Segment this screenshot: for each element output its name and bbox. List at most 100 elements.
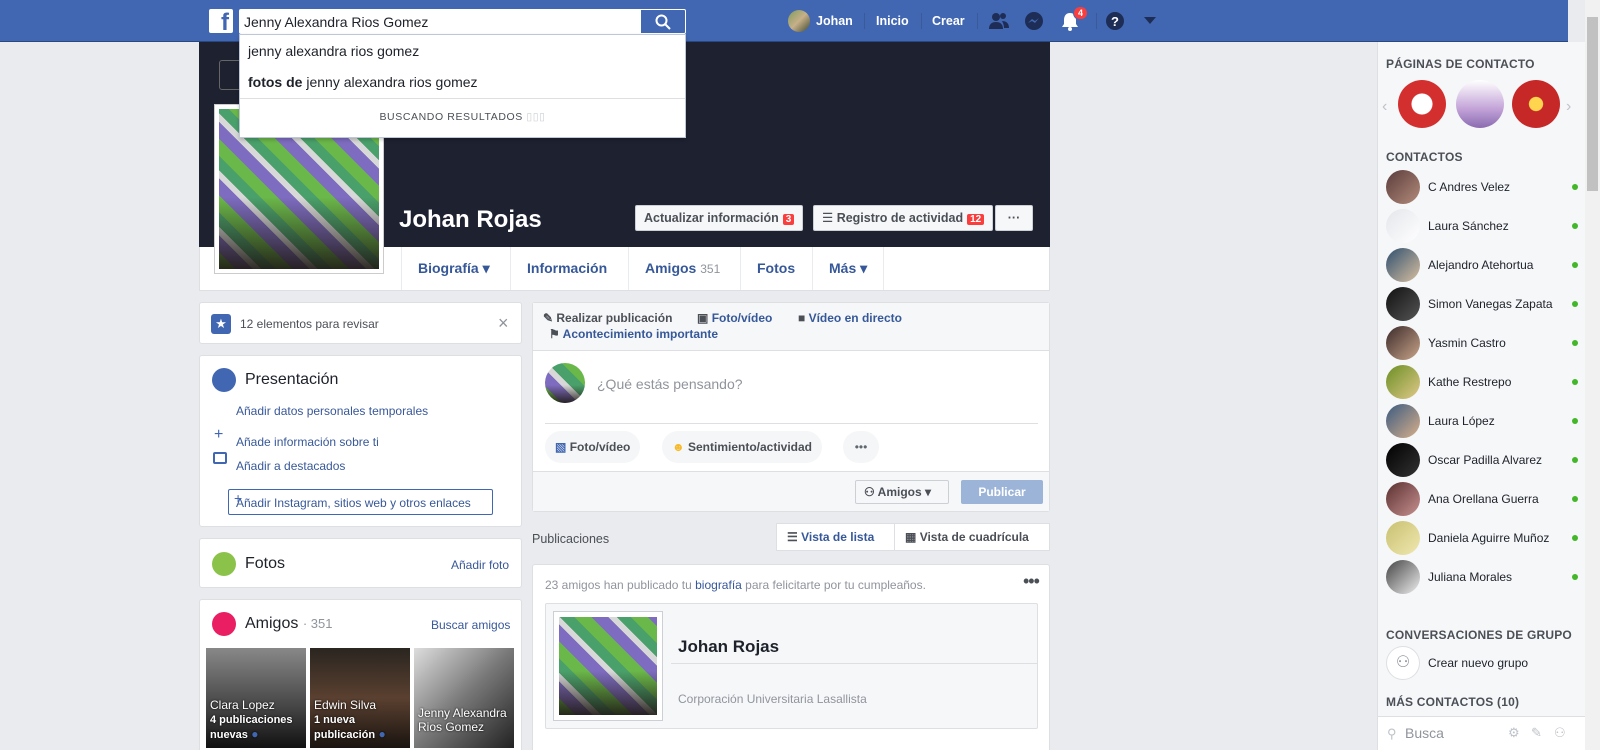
avatar [1386,560,1420,594]
list-icon: ☰ [822,211,837,225]
chevron-right-icon[interactable]: › [1566,98,1571,116]
contact-item[interactable]: Alejandro Atehortua [1386,248,1581,282]
tab-biografia[interactable]: Biografía ▾ [401,247,506,290]
more-chip[interactable]: ••• [843,431,879,463]
contact-item[interactable]: Laura López [1386,404,1581,438]
scrollbar-thumb[interactable] [1587,17,1598,191]
intro-card: Presentación Añadir datos personales tem… [199,355,522,527]
contact-item[interactable]: C Andres Velez [1386,170,1581,204]
make-post-tab[interactable]: ✎ Realizar publicación [543,311,672,325]
activity-log-count: 12 [967,214,985,225]
contact-item[interactable]: Simon Vanegas Zapata [1386,287,1581,321]
close-icon[interactable]: × [498,313,509,334]
contact-item[interactable]: Laura Sánchez [1386,209,1581,243]
life-event-tab[interactable]: ⚑ Acontecimiento importante [549,327,718,341]
home-link[interactable]: Inicio [876,14,909,28]
contact-item[interactable]: Kathe Restrepo [1386,365,1581,399]
online-status-dot [1572,418,1578,424]
more-options-button[interactable]: ··· [995,205,1033,231]
contact-name: Alejandro Atehortua [1428,258,1534,272]
review-items-text: 12 elementos para revisar [240,317,379,331]
add-links-button[interactable]: Añadir Instagram, sitios web y otros enl… [228,489,493,515]
audience-selector[interactable]: ⚇ Amigos ▾ [855,480,949,504]
posts-label: Publicaciones [532,532,610,546]
contact-name: Kathe Restrepo [1428,375,1512,389]
update-info-count: 3 [782,214,795,225]
more-contacts-title[interactable]: MÁS CONTACTOS (10) [1386,695,1519,709]
avatar [1386,170,1420,204]
contact-item[interactable]: Daniela Aguirre Muñoz [1386,521,1581,555]
photo-video-tab[interactable]: ▣ Foto/vídeo [697,311,772,325]
live-video-tab[interactable]: ■ Vídeo en directo [798,311,902,325]
create-link[interactable]: Crear [932,14,965,28]
preview-name[interactable]: Johan Rojas [678,637,779,657]
search-suggestion[interactable]: jenny alexandra rios gomez [248,43,419,59]
search-suggestion-photos[interactable]: fotos de jenny alexandra rios gomez [248,74,478,90]
group-chats-title: CONVERSACIONES DE GRUPO [1386,628,1572,642]
page-avatar[interactable] [1398,80,1446,128]
tab-mas[interactable]: Más ▾ [812,247,885,290]
account-menu-chevron-icon[interactable] [1144,17,1156,25]
feeling-chip[interactable]: ☻ Sentimiento/actividad [662,431,823,463]
list-view-button[interactable]: ☰ Vista de lista [776,523,895,551]
nav-divider [1096,13,1097,29]
chevron-left-icon[interactable]: ‹ [1382,98,1387,116]
page-avatar[interactable] [1512,80,1560,128]
composer-input[interactable]: ¿Qué estás pensando? [597,376,743,392]
add-featured-link[interactable]: Añadir a destacados [236,459,345,473]
search-button[interactable] [641,9,686,34]
birthday-post-card: 23 amigos han publicado tu biografía par… [532,564,1050,750]
tab-fotos[interactable]: Fotos [740,247,811,290]
find-friends-link[interactable]: Buscar amigos [431,618,510,632]
friend-tile[interactable]: Jenny Alexandra Rios Gomez [414,648,514,748]
nav-divider [977,13,978,29]
activity-log-button[interactable]: ☰ Registro de actividad 12 [813,205,994,231]
help-icon[interactable]: ? [1105,11,1125,31]
facebook-logo-icon[interactable]: f [209,9,233,33]
search-suggestions-dropdown: jenny alexandra rios gomez fotos de jenn… [239,34,686,138]
add-temporary-info-link[interactable]: Añadir datos personales temporales [236,404,428,418]
gear-icon[interactable]: ⚙ [1508,725,1520,741]
photo-video-chip[interactable]: ▧ Foto/vídeo [545,431,641,463]
search-icon: ⚲ [1387,726,1397,741]
sidebar-search-input[interactable]: Busca [1405,725,1444,741]
avatar [1386,326,1420,360]
top-navigation-bar [0,0,1568,42]
page-avatar[interactable] [1456,80,1504,128]
contact-item[interactable]: Oscar Padilla Alvarez [1386,443,1581,477]
create-group-item[interactable]: ⚇ Crear nuevo grupo [1386,646,1581,680]
online-status-dot [1572,535,1578,541]
tab-informacion[interactable]: Información [510,247,623,290]
tab-amigos[interactable]: Amigos 351 [628,247,736,290]
friend-tile[interactable]: Clara Lopez 4 publicaciones nuevas ● [206,648,306,748]
grid-view-button[interactable]: ▦ Vista de cuadrícula [894,523,1050,551]
update-info-button[interactable]: Actualizar información 3 [635,205,804,231]
review-items-card[interactable]: ★ 12 elementos para revisar × [199,302,522,344]
friend-requests-icon[interactable] [988,11,1010,31]
messenger-icon[interactable] [1024,11,1044,31]
publish-button[interactable]: Publicar [961,480,1043,504]
divider [545,423,1038,424]
search-icon [655,14,671,30]
post-options-icon[interactable]: ••• [1023,571,1040,592]
contact-name: Laura Sánchez [1428,219,1509,233]
profile-link[interactable]: Johan [816,14,853,28]
add-info-link[interactable]: Añade información sobre ti [236,435,379,449]
contact-item[interactable]: Ana Orellana Guerra [1386,482,1581,516]
biography-link[interactable]: biografía [695,578,742,592]
contact-item[interactable]: Yasmin Castro [1386,326,1581,360]
add-photo-link[interactable]: Añadir foto [451,558,509,572]
add-people-icon[interactable]: ⚇ [1554,725,1566,741]
profile-name[interactable]: Johan Rojas [399,206,542,234]
search-input[interactable] [239,9,641,34]
activity-log-label: Registro de actividad [836,211,964,225]
globe-icon [212,368,236,392]
friends-title[interactable]: Amigos · 351 [245,615,332,633]
contact-item[interactable]: Juliana Morales [1386,560,1581,594]
contacts-title: CONTACTOS [1386,150,1463,164]
online-status-dot [1572,223,1578,229]
avatar [1386,248,1420,282]
compose-icon[interactable]: ✎ [1531,725,1542,741]
friend-tile[interactable]: Edwin Silva 1 nueva publicación ● [310,648,410,748]
user-avatar[interactable] [788,10,810,32]
